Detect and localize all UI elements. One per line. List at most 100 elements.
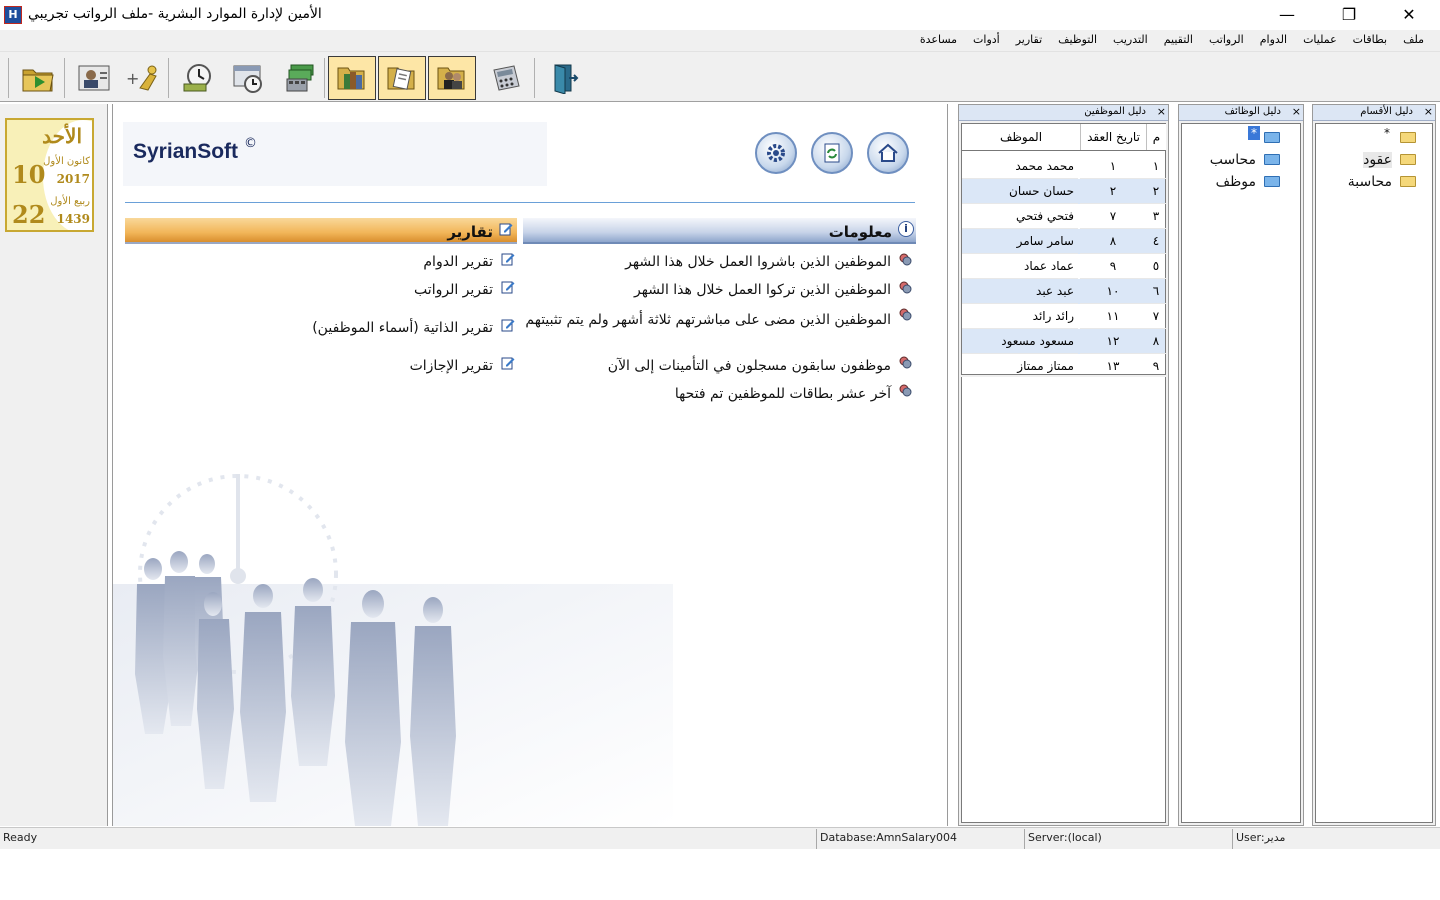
- employees-pane-header: دليل الموظفين ×: [959, 105, 1168, 121]
- table-row[interactable]: عماد عماد ٩ ٥: [962, 254, 1166, 279]
- info-link-last-cards[interactable]: آخر عشر بطاقات للموظفين تم فتحها: [675, 386, 891, 402]
- restore-button[interactable]: ❐: [1326, 0, 1372, 30]
- minimize-button[interactable]: —: [1264, 0, 1310, 30]
- info-link-new-employees[interactable]: الموظفين الذين باشروا العمل خلال هذا الش…: [625, 254, 891, 270]
- job-accountant[interactable]: محاسب: [1210, 152, 1256, 168]
- window-title: الأمين لإدارة الموارد البشرية -ملف الروا…: [28, 6, 322, 22]
- contract-date: ١١: [1080, 304, 1146, 329]
- info-link-left-employees[interactable]: الموظفين الذين تركوا العمل خلال هذا الشه…: [634, 282, 891, 298]
- report-personal-link[interactable]: تقرير الذاتية (أسماء الموظفين): [312, 320, 493, 336]
- menu-cards[interactable]: بطاقات: [1345, 33, 1395, 46]
- table-row[interactable]: فتحي فتحي ٧ ٣: [962, 204, 1166, 229]
- row-index: ٢: [1146, 179, 1166, 204]
- row-index: ١: [1146, 154, 1166, 179]
- close-icon[interactable]: ×: [1424, 105, 1433, 118]
- open-folder-icon[interactable]: [14, 56, 62, 100]
- title-bar: H الأمين لإدارة الموارد البشرية -ملف الر…: [0, 0, 1440, 30]
- gregorian-day: 10: [12, 160, 46, 189]
- row-index: ٥: [1146, 254, 1166, 279]
- menu-tools[interactable]: أدوات: [965, 33, 1008, 46]
- table-row[interactable]: حسان حسان ٢ ٢: [962, 179, 1166, 204]
- calculator-icon[interactable]: [482, 56, 530, 100]
- business-people-illustration: [113, 474, 673, 826]
- edit-icon: [499, 222, 513, 236]
- status-ready: Ready: [3, 831, 38, 844]
- jobs-pane-header: دليل الوظائف ×: [1179, 105, 1303, 121]
- department-all[interactable]: *: [1384, 126, 1390, 140]
- column-header-contract[interactable]: تاريخ العقد: [1080, 124, 1146, 150]
- documents-icon[interactable]: [378, 56, 426, 100]
- row-index: ٦: [1146, 279, 1166, 304]
- refresh-icon[interactable]: [811, 132, 853, 174]
- home-icon[interactable]: [867, 132, 909, 174]
- departments-pane-header: دليل الأقسام ×: [1313, 105, 1435, 121]
- toolbar-separator: [168, 58, 169, 98]
- menu-hiring[interactable]: التوظيف: [1050, 33, 1105, 46]
- gregorian-month: كانون الأول: [43, 156, 90, 167]
- status-user: User:مدير: [1236, 831, 1286, 844]
- attendance-clock-icon[interactable]: [174, 56, 222, 100]
- employee-card-icon[interactable]: [70, 56, 118, 100]
- employee-name: عماد عماد: [962, 254, 1078, 279]
- toolbar-separator: [324, 58, 325, 98]
- employee-name: رائد رائد: [962, 304, 1078, 329]
- svg-text:+: +: [126, 69, 139, 88]
- job-all[interactable]: *: [1248, 126, 1260, 140]
- employees-pane-title: دليل الموظفين: [1084, 106, 1146, 117]
- hijri-day: 22: [12, 200, 46, 229]
- main-panel: SyrianSoft © معلومات i الموظفين الذين با…: [112, 104, 948, 826]
- close-icon[interactable]: ×: [1292, 105, 1301, 118]
- column-header-employee[interactable]: الموظف: [962, 124, 1080, 150]
- table-row[interactable]: عبد عبد ١٠ ٦: [962, 279, 1166, 304]
- exit-door-icon[interactable]: [540, 56, 588, 100]
- menu-help[interactable]: مساعدة: [912, 33, 965, 46]
- toolbar: +: [0, 52, 1440, 102]
- report-attendance-link[interactable]: تقرير الدوام: [423, 254, 493, 270]
- table-row[interactable]: ممتاز ممتاز ١٣ ٩: [962, 354, 1166, 379]
- folder-icon: [1400, 176, 1416, 187]
- row-index: ٩: [1146, 354, 1166, 379]
- settings-gear-icon[interactable]: [755, 132, 797, 174]
- menu-attendance[interactable]: الدوام: [1252, 33, 1295, 46]
- menu-evaluation[interactable]: التقييم: [1156, 33, 1201, 46]
- info-section-title: معلومات: [828, 223, 892, 241]
- folder-icon: [1264, 154, 1280, 165]
- toolbar-separator: [64, 58, 65, 98]
- report-leaves-link[interactable]: تقرير الإجازات: [410, 358, 493, 374]
- folder-icon: [1400, 154, 1416, 165]
- employee-name: عبد عبد: [962, 279, 1078, 304]
- add-employee-icon[interactable]: +: [118, 56, 166, 100]
- user-link-icon: [897, 280, 913, 296]
- books-icon[interactable]: [328, 56, 376, 100]
- report-salaries-link[interactable]: تقرير الرواتب: [414, 282, 493, 298]
- status-server: Server:(local): [1028, 831, 1102, 844]
- column-header-index[interactable]: م: [1146, 124, 1166, 150]
- table-row[interactable]: سامر سامر ٨ ٤: [962, 229, 1166, 254]
- table-row[interactable]: محمد محمد ١ ١: [962, 154, 1166, 179]
- department-contracts[interactable]: عقود: [1363, 152, 1392, 168]
- hijri-year: 1439: [56, 212, 90, 226]
- info-link-former-insured[interactable]: موظفون سابقون مسجلون في التأمينات إلى ال…: [608, 358, 891, 374]
- table-row[interactable]: رائد رائد ١١ ٧: [962, 304, 1166, 329]
- menu-salaries[interactable]: الرواتب: [1201, 33, 1252, 46]
- table-row[interactable]: مسعود مسعود ١٢ ٨: [962, 329, 1166, 354]
- job-employee[interactable]: موظف: [1216, 174, 1256, 190]
- menu-operations[interactable]: عمليات: [1295, 33, 1345, 46]
- employees-grid: تاريخ العقد م الموظف محمد محمد ١ ١ حسان …: [961, 123, 1166, 379]
- info-link-unconfirmed-employees[interactable]: الموظفين الذين مضى على مباشرتهم ثلاثة أش…: [521, 309, 891, 331]
- gregorian-year: 2017: [56, 172, 90, 186]
- departments-pane: دليل الأقسام × * عقود محاسبة: [1312, 104, 1436, 826]
- department-accounting[interactable]: محاسبة: [1348, 174, 1392, 190]
- employees-icon[interactable]: [428, 56, 476, 100]
- menu-reports[interactable]: تقارير: [1008, 33, 1050, 46]
- menu-training[interactable]: التدريب: [1105, 33, 1156, 46]
- close-button[interactable]: ✕: [1386, 0, 1432, 30]
- user-link-icon: [897, 383, 913, 399]
- menu-file[interactable]: ملف: [1395, 33, 1432, 46]
- status-separator: [1232, 829, 1233, 849]
- status-separator: [1024, 829, 1025, 849]
- close-icon[interactable]: ×: [1157, 105, 1166, 118]
- contract-date: ١٠: [1080, 279, 1146, 304]
- schedule-icon[interactable]: [224, 56, 272, 100]
- salaries-money-icon[interactable]: [276, 56, 324, 100]
